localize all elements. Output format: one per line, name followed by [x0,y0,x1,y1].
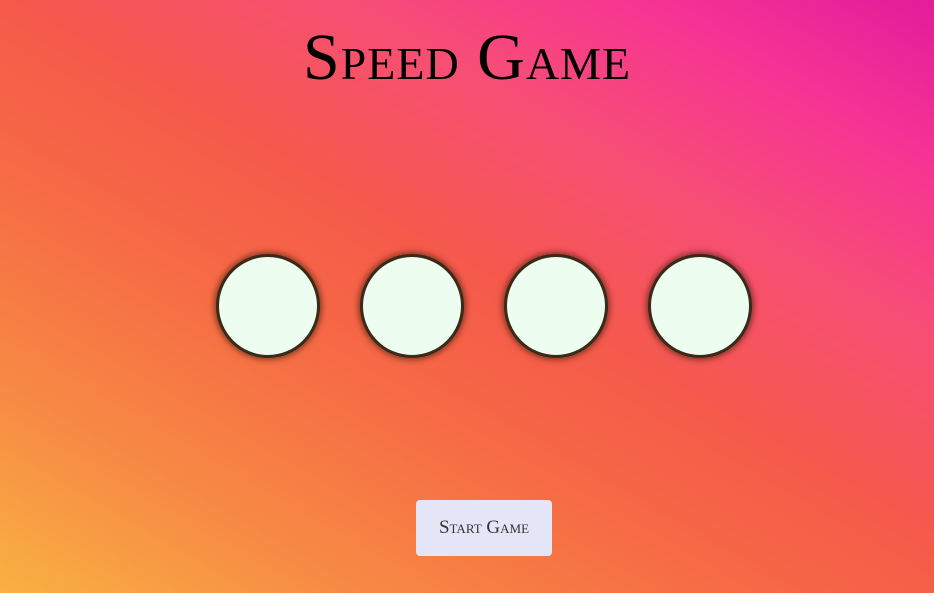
page-title: Speed Game [302,21,632,94]
start-game-button[interactable]: Start Game [416,500,552,556]
circle-2[interactable] [360,254,464,358]
circle-1[interactable] [216,254,320,358]
circle-4[interactable] [648,254,752,358]
circle-3[interactable] [504,254,608,358]
